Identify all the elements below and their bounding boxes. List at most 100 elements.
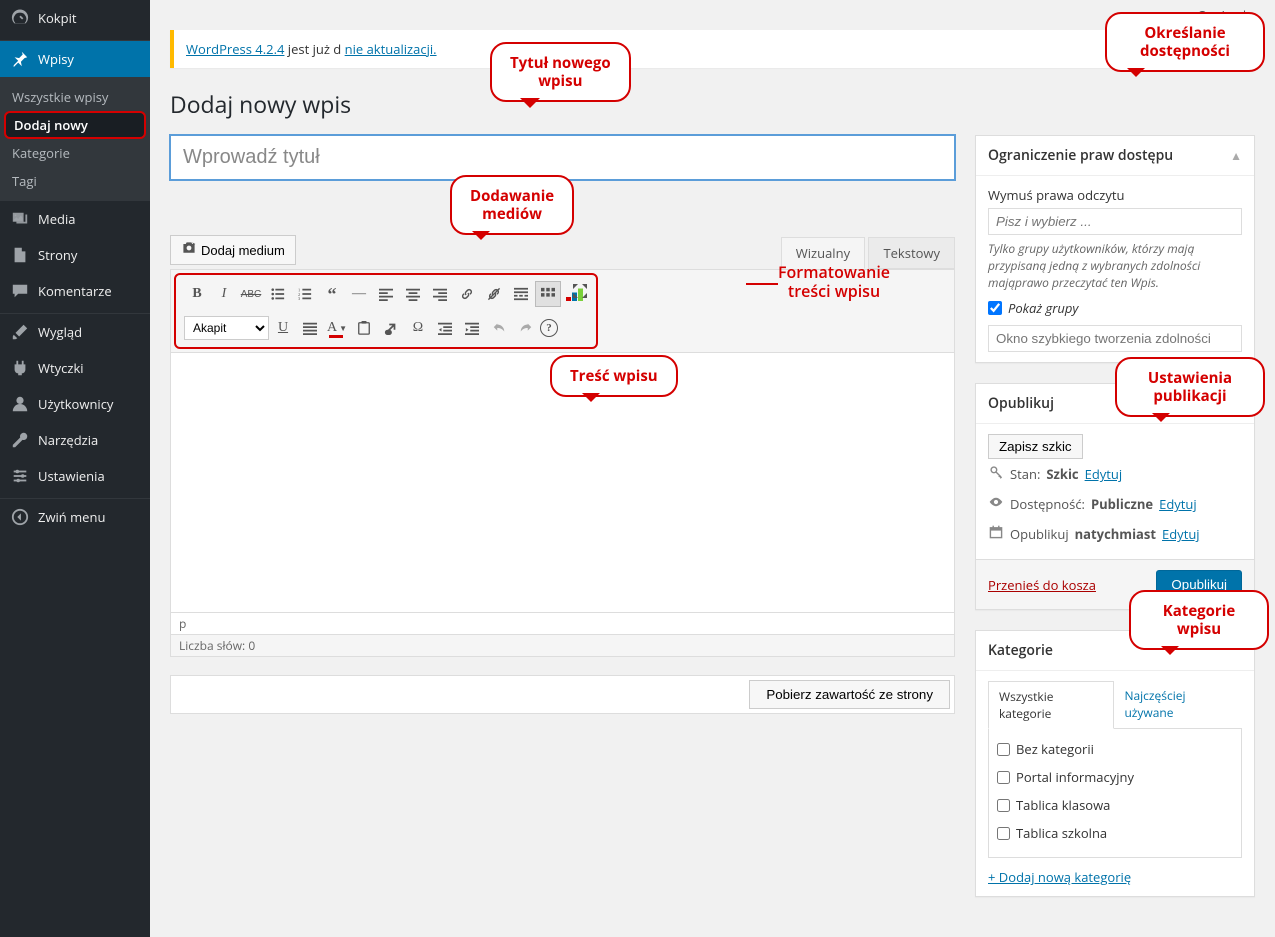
- pub-value: natychmiast: [1075, 525, 1156, 543]
- menu-label: Komentarze: [38, 282, 112, 300]
- toggle-toolbar-button[interactable]: [535, 281, 561, 307]
- wpisy-submenu: Wszystkie wpisy Dodaj nowy Kategorie Tag…: [0, 77, 150, 201]
- menu-strony[interactable]: Strony: [0, 237, 150, 273]
- number-list-button[interactable]: 123: [292, 281, 318, 307]
- pin-icon: [10, 49, 30, 69]
- menu-label: Wygląd: [38, 323, 82, 341]
- cat-tab-used[interactable]: Najczęściej używane: [1114, 681, 1242, 728]
- content-editor[interactable]: [170, 353, 955, 613]
- quote-button[interactable]: “: [319, 281, 345, 307]
- add-media-button[interactable]: Dodaj medium: [170, 235, 296, 265]
- cat-checkbox[interactable]: [997, 799, 1010, 812]
- align-right-button[interactable]: [427, 281, 453, 307]
- menu-narzedzia[interactable]: Narzędzia: [0, 422, 150, 458]
- menu-kokpit[interactable]: Kokpit: [0, 0, 150, 36]
- force-read-label: Wymuś prawa odczytu: [988, 186, 1242, 204]
- camera-icon: [181, 240, 197, 260]
- wp-version-link[interactable]: WordPress 4.2.4: [186, 40, 284, 58]
- comment-icon: [10, 281, 30, 301]
- cat-item[interactable]: Portal informacyjny: [997, 765, 1233, 789]
- avail-label: Dostępność:: [1010, 495, 1085, 513]
- update-nag: WordPress 4.2.4 jest już d nie aktualiza…: [170, 30, 1255, 68]
- fetch-button[interactable]: Pobierz zawartość ze strony: [749, 680, 950, 709]
- quick-create-input[interactable]: [988, 325, 1242, 352]
- move-to-trash[interactable]: Przenieś do kosza: [988, 576, 1096, 594]
- strike-button[interactable]: ABC: [238, 281, 264, 307]
- cat-checkbox[interactable]: [997, 827, 1010, 840]
- cat-item[interactable]: Tablica klasowa: [997, 793, 1233, 817]
- menu-collapse[interactable]: Zwiń menu: [0, 499, 150, 535]
- submenu-add-new[interactable]: Dodaj nowy: [4, 111, 146, 139]
- cat-checkbox[interactable]: [997, 771, 1010, 784]
- admin-sidebar: Kokpit Wpisy Wszystkie wpisy Dodaj nowy …: [0, 0, 150, 937]
- menu-ustawienia[interactable]: Ustawienia: [0, 458, 150, 494]
- screen-options-bar: Opcje ekr: [170, 0, 1255, 30]
- menu-uzytkownicy[interactable]: Użytkownicy: [0, 386, 150, 422]
- unlink-button[interactable]: [481, 281, 507, 307]
- cat-item[interactable]: Bez kategorii: [997, 737, 1233, 761]
- add-category-link[interactable]: + Dodaj nową kategorię: [988, 868, 1131, 886]
- bold-button[interactable]: B: [184, 281, 210, 307]
- cat-checkbox[interactable]: [997, 743, 1010, 756]
- svg-text:3: 3: [298, 296, 301, 301]
- access-description: Tylko grupy użytkowników, którzy mają pr…: [988, 241, 1242, 291]
- edit-state-link[interactable]: Edytuj: [1085, 465, 1123, 483]
- bullet-list-button[interactable]: [265, 281, 291, 307]
- settings-icon: [10, 466, 30, 486]
- submenu-tags[interactable]: Tagi: [0, 167, 150, 195]
- state-label: Stan:: [1010, 465, 1040, 483]
- cat-tab-all[interactable]: Wszystkie kategorie: [988, 681, 1114, 729]
- state-value: Szkic: [1046, 465, 1078, 483]
- redo-button[interactable]: [513, 315, 539, 341]
- avail-value: Publiczne: [1091, 495, 1153, 513]
- more-button[interactable]: [508, 281, 534, 307]
- key-icon: [988, 465, 1004, 483]
- align-left-button[interactable]: [373, 281, 399, 307]
- menu-label: Narzędzia: [38, 431, 98, 449]
- cat-item[interactable]: Tablica szkolna: [997, 821, 1233, 845]
- menu-media[interactable]: Media: [0, 201, 150, 237]
- menu-label: Użytkownicy: [38, 395, 113, 413]
- menu-label: Zwiń menu: [38, 508, 105, 526]
- hr-button[interactable]: —: [346, 281, 372, 307]
- update-link[interactable]: nie aktualizacji.: [345, 40, 437, 58]
- indent-button[interactable]: [459, 315, 485, 341]
- edit-pub-link[interactable]: Edytuj: [1162, 525, 1200, 543]
- outdent-button[interactable]: [432, 315, 458, 341]
- submenu-categories[interactable]: Kategorie: [0, 139, 150, 167]
- italic-button[interactable]: I: [211, 281, 237, 307]
- link-button[interactable]: [454, 281, 480, 307]
- special-char-button[interactable]: Ω: [405, 315, 431, 341]
- menu-wyglad[interactable]: Wygląd: [0, 314, 150, 350]
- fetch-url-input[interactable]: [171, 676, 745, 713]
- menu-komentarze[interactable]: Komentarze: [0, 273, 150, 309]
- justify-button[interactable]: [297, 315, 323, 341]
- undo-button[interactable]: [486, 315, 512, 341]
- save-draft-button[interactable]: Zapisz szkic: [988, 434, 1083, 459]
- format-select[interactable]: Akapit: [184, 316, 269, 340]
- screen-options-link[interactable]: Opcje ekr: [1197, 6, 1255, 24]
- force-read-input[interactable]: [988, 208, 1242, 235]
- submenu-all[interactable]: Wszystkie wpisy: [0, 83, 150, 111]
- page-icon: [10, 245, 30, 265]
- fullscreen-button[interactable]: [567, 278, 593, 304]
- publish-button[interactable]: Opublikuj: [1156, 570, 1242, 599]
- textcolor-button[interactable]: A▼: [324, 315, 350, 341]
- align-center-button[interactable]: [400, 281, 426, 307]
- help-button[interactable]: ?: [540, 319, 558, 337]
- page-title: Dodaj nowy wpis: [170, 88, 1255, 120]
- paste-text-button[interactable]: [351, 315, 377, 341]
- menu-wtyczki[interactable]: Wtyczki: [0, 350, 150, 386]
- edit-avail-link[interactable]: Edytuj: [1159, 495, 1197, 513]
- underline-button[interactable]: U: [270, 315, 296, 341]
- tab-text[interactable]: Tekstowy: [868, 237, 955, 269]
- menu-label: Ustawienia: [38, 467, 105, 485]
- tab-visual[interactable]: Wizualny: [781, 237, 865, 269]
- show-groups-checkbox[interactable]: [988, 301, 1002, 315]
- clear-format-button[interactable]: [378, 315, 404, 341]
- post-title-input[interactable]: [170, 135, 955, 180]
- menu-wpisy[interactable]: Wpisy: [0, 41, 150, 77]
- chevron-up-icon[interactable]: ▲: [1230, 147, 1242, 164]
- plugin-icon: [10, 358, 30, 378]
- media-button-label: Dodaj medium: [201, 243, 285, 258]
